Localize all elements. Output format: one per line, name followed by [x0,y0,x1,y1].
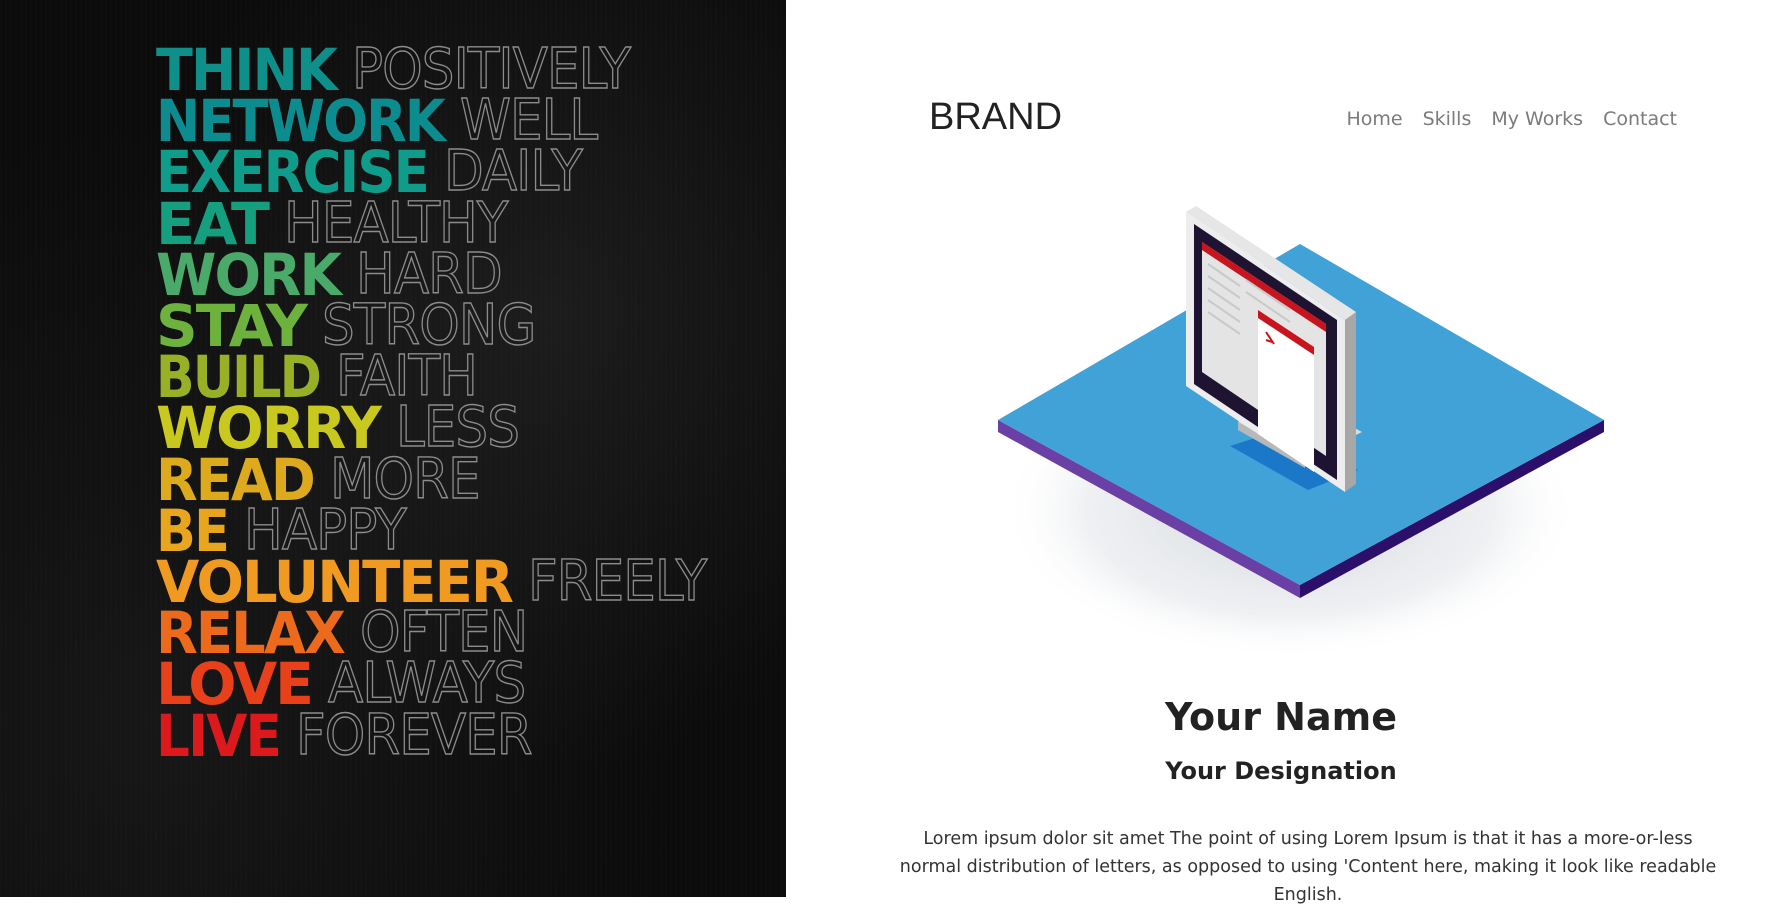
profile-bio: Lorem ipsum dolor sit amet The point of … [899,829,1717,905]
brand-logo[interactable]: BRAND [929,96,1062,139]
poster-thin-word: FREELY [527,549,708,614]
nav-home-link[interactable]: Home [1346,108,1402,130]
nav-my-works-link[interactable]: My Works [1491,108,1583,130]
nav-skills-link[interactable]: Skills [1423,108,1472,130]
profile-name: Your Name [1165,695,1397,739]
computer-desk-illustration [998,206,1604,660]
monitor-bezel-side [1345,312,1356,492]
profile-designation: Your Designation [1165,757,1397,785]
nav-contact-link[interactable]: Contact [1603,108,1677,130]
main-nav: Home Skills My Works Contact [1346,108,1677,130]
